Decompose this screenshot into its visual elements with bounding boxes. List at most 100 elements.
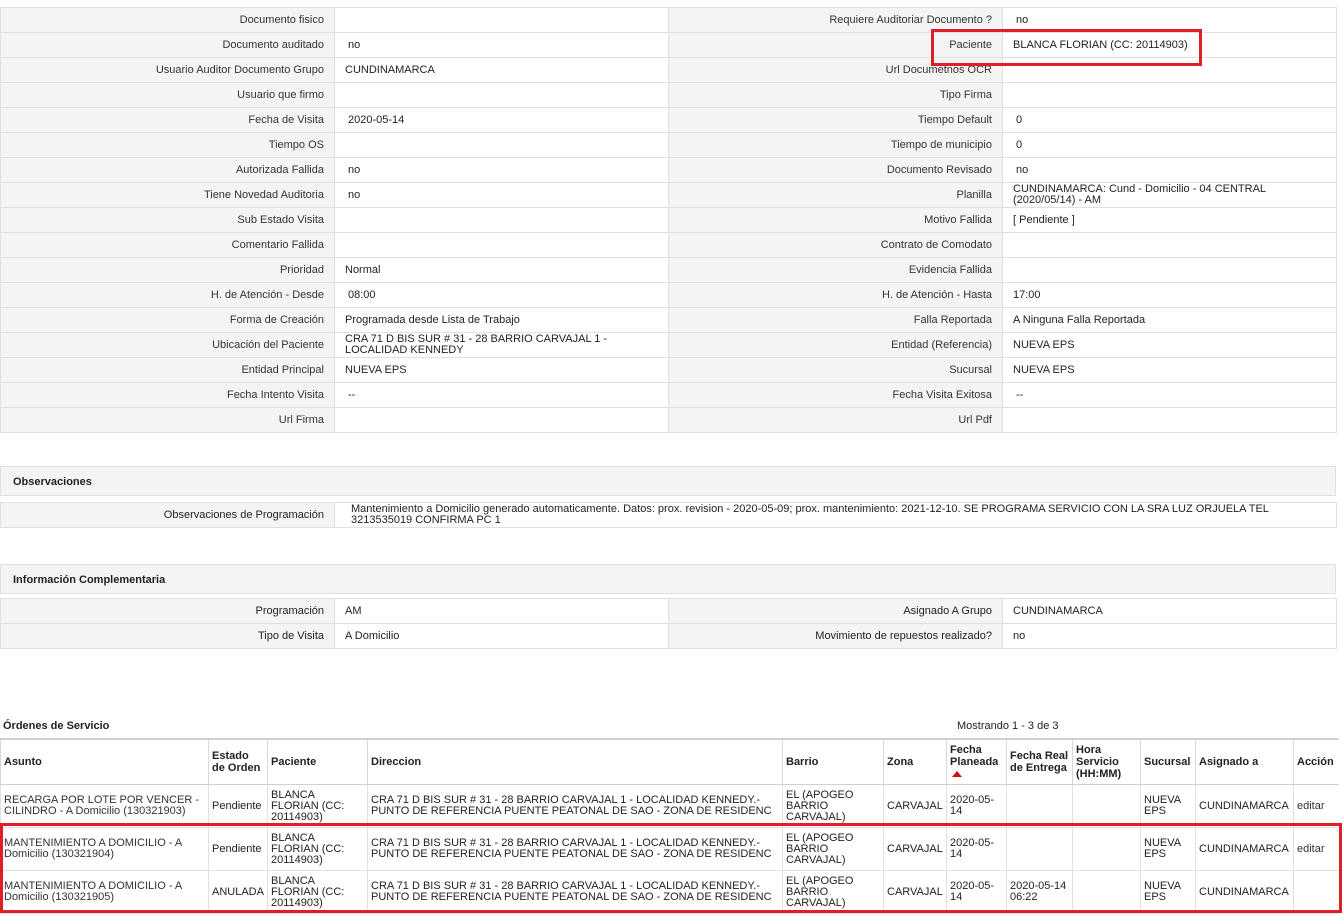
cell-estado-de-orden: Pendiente bbox=[208, 827, 268, 871]
edit-link[interactable]: editar bbox=[1297, 800, 1325, 812]
cell-fecha-real-de-entrega: 2020-05-14 06:22 bbox=[1006, 870, 1073, 914]
orders-pagination-count: Mostrando 1 - 3 de 3 bbox=[957, 720, 1059, 732]
detail-label: Sub Estado Visita bbox=[0, 207, 335, 233]
table-row: RECARGA POR LOTE POR VENCER - CILINDRO -… bbox=[0, 784, 1339, 828]
column-header-estado-de-orden[interactable]: Estado de Orden bbox=[208, 738, 268, 785]
info-complementaria-header: Información Complementaria bbox=[0, 564, 1336, 594]
visit-details-body: Documento fisico Requiere Auditoriar Docu… bbox=[0, 7, 1337, 433]
cell-fecha-real-de-entrega bbox=[1006, 827, 1073, 871]
detail-label: Fecha de Visita bbox=[0, 107, 335, 133]
detail-value: no bbox=[1002, 7, 1337, 33]
detail-value: no bbox=[334, 182, 669, 208]
detail-row: Tiempo OS Tiempo de municipio 0 bbox=[0, 132, 1337, 158]
cell-paciente: BLANCA FLORIAN (CC: 20114903) bbox=[267, 827, 368, 871]
column-header-label: Sucursal bbox=[1144, 756, 1191, 768]
info-label: Programación bbox=[0, 598, 335, 624]
detail-row: Usuario Auditor Documento Grupo CUNDINAMA… bbox=[0, 57, 1337, 83]
service-orders-table: Asunto Estado de Orden Paciente Direccion Ba… bbox=[0, 738, 1339, 914]
detail-label: Autorizada Fallida bbox=[0, 157, 335, 183]
detail-row: Comentario Fallida Contrato de Comodato bbox=[0, 232, 1337, 258]
order-subject-link[interactable]: MANTENIMIENTO A DOMICILIO - A Domicilio … bbox=[4, 880, 182, 903]
info-value: CUNDINAMARCA bbox=[1002, 598, 1337, 624]
orders-title: Órdenes de Servicio bbox=[3, 720, 110, 732]
cell-asignado-a: CUNDINAMARCA bbox=[1195, 870, 1294, 914]
orders-header-row: Asunto Estado de Orden Paciente Direccion Ba… bbox=[0, 738, 1339, 785]
column-header-label: Barrio bbox=[786, 756, 819, 768]
cell-asunto: RECARGA POR LOTE POR VENCER - CILINDRO -… bbox=[0, 784, 209, 828]
cell-barrio: EL (APOGEO BARRIO CARVAJAL) bbox=[782, 827, 884, 871]
cell-fecha-real-de-entrega bbox=[1006, 784, 1073, 828]
order-subject-link[interactable]: MANTENIMIENTO A DOMICILIO - A Domicilio … bbox=[4, 837, 182, 860]
cell-sucursal: NUEVA EPS bbox=[1140, 827, 1196, 871]
detail-value: CUNDINAMARCA: Cund - Domicilio - 04 CENT… bbox=[1002, 182, 1337, 208]
order-subject-link[interactable]: RECARGA POR LOTE POR VENCER - CILINDRO -… bbox=[4, 794, 199, 817]
cell-asignado-a: CUNDINAMARCA bbox=[1195, 827, 1294, 871]
column-header-zona[interactable]: Zona bbox=[883, 738, 947, 785]
detail-label: Usuario Auditor Documento Grupo bbox=[0, 57, 335, 83]
cell-fecha-planeada: 2020-05-14 bbox=[946, 784, 1007, 828]
cell-hora-servicio bbox=[1072, 784, 1141, 828]
detail-row: Autorizada Fallida no Documento Revisado no bbox=[0, 157, 1337, 183]
column-header-direccion[interactable]: Direccion bbox=[367, 738, 783, 785]
detail-label: Tiempo OS bbox=[0, 132, 335, 158]
detail-label: Documento Revisado bbox=[668, 157, 1003, 183]
cell-fecha-planeada: 2020-05-14 bbox=[946, 870, 1007, 914]
observaciones-row: Observaciones de Programación Mantenimie… bbox=[0, 502, 1337, 528]
column-header-asignado-a[interactable]: Asignado a bbox=[1195, 738, 1294, 785]
detail-value: 2020-05-14 bbox=[334, 107, 669, 133]
info-value: AM bbox=[334, 598, 669, 624]
cell-direccion: CRA 71 D BIS SUR # 31 - 28 BARRIO CARVAJ… bbox=[367, 784, 783, 828]
detail-label: Contrato de Comodato bbox=[668, 232, 1003, 258]
cell-asignado-a: CUNDINAMARCA bbox=[1195, 784, 1294, 828]
column-header-paciente[interactable]: Paciente bbox=[267, 738, 368, 785]
info-row: Tipo de Visita A Domicilio Movimiento de r… bbox=[0, 623, 1337, 649]
detail-row: Tiene Novedad Auditoria no Planilla CUNDINA… bbox=[0, 182, 1337, 208]
column-header-fecha-planeada[interactable]: Fecha Planeada bbox=[946, 738, 1007, 785]
column-header-label: Direccion bbox=[371, 756, 422, 768]
detail-value bbox=[334, 132, 669, 158]
detail-value bbox=[334, 407, 669, 433]
detail-label: H. de Atención - Desde bbox=[0, 282, 335, 308]
column-header-hora-servicio[interactable]: Hora Servicio (HH:MM) bbox=[1072, 738, 1141, 785]
detail-label: Usuario que firmo bbox=[0, 82, 335, 108]
column-header-label: Fecha Planeada bbox=[950, 744, 999, 768]
info-value: A Domicilio bbox=[334, 623, 669, 649]
detail-value bbox=[334, 82, 669, 108]
cell-barrio: EL (APOGEO BARRIO CARVAJAL) bbox=[782, 870, 884, 914]
cell-sucursal: NUEVA EPS bbox=[1140, 784, 1196, 828]
sort-ascending-icon[interactable] bbox=[952, 771, 962, 778]
detail-row: Forma de Creación Programada desde Lista … bbox=[0, 307, 1337, 333]
column-header-barrio[interactable]: Barrio bbox=[782, 738, 884, 785]
orders-body: RECARGA POR LOTE POR VENCER - CILINDRO -… bbox=[0, 784, 1339, 914]
column-header-fecha-real-de-entrega[interactable]: Fecha Real de Entrega bbox=[1006, 738, 1073, 785]
column-header-label: Estado de Orden bbox=[212, 750, 261, 774]
detail-label: Forma de Creación bbox=[0, 307, 335, 333]
detail-row: Fecha Intento Visita -- Fecha Visita Exito… bbox=[0, 382, 1337, 408]
detail-value: no bbox=[334, 32, 669, 58]
detail-value: CUNDINAMARCA bbox=[334, 57, 669, 83]
detail-label: Documento auditado bbox=[0, 32, 335, 58]
detail-value: Programada desde Lista de Trabajo bbox=[334, 307, 669, 333]
info-label: Movimiento de repuestos realizado? bbox=[668, 623, 1003, 649]
column-header-sucursal[interactable]: Sucursal bbox=[1140, 738, 1196, 785]
cell-paciente: BLANCA FLORIAN (CC: 20114903) bbox=[267, 784, 368, 828]
detail-value bbox=[1002, 232, 1337, 258]
observaciones-value: Mantenimiento a Domicilio generado autom… bbox=[334, 502, 1337, 528]
column-header-accion[interactable]: Acción bbox=[1293, 738, 1339, 785]
cell-paciente: BLANCA FLORIAN (CC: 20114903) bbox=[267, 870, 368, 914]
cell-hora-servicio bbox=[1072, 870, 1141, 914]
detail-value: 0 bbox=[1002, 107, 1337, 133]
column-header-asunto[interactable]: Asunto bbox=[0, 738, 209, 785]
cell-zona: CARVAJAL bbox=[883, 870, 947, 914]
detail-label: Entidad (Referencia) bbox=[668, 332, 1003, 358]
cell-zona: CARVAJAL bbox=[883, 827, 947, 871]
observaciones-header: Observaciones bbox=[0, 466, 1336, 496]
detail-row: Entidad Principal NUEVA EPS Sucursal NUEVA … bbox=[0, 357, 1337, 383]
detail-label: Tiempo Default bbox=[668, 107, 1003, 133]
detail-row: Prioridad Normal Evidencia Fallida bbox=[0, 257, 1337, 283]
detail-label: Url Documetnos OCR bbox=[668, 57, 1003, 83]
detail-value: [ Pendiente ] bbox=[1002, 207, 1337, 233]
edit-link[interactable]: editar bbox=[1297, 843, 1325, 855]
detail-value: NUEVA EPS bbox=[334, 357, 669, 383]
cell-barrio: EL (APOGEO BARRIO CARVAJAL) bbox=[782, 784, 884, 828]
